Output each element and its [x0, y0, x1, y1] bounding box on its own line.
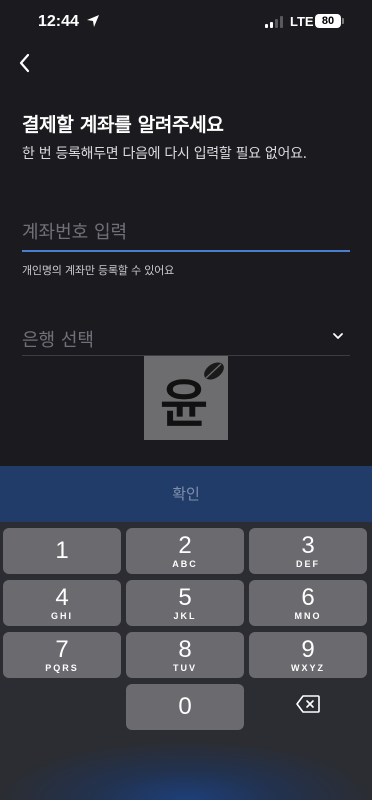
account-number-input[interactable]	[22, 214, 350, 252]
key-digit: 1	[55, 537, 69, 564]
key-3[interactable]: 3 DEF	[249, 528, 367, 574]
key-letters: JKL	[173, 611, 197, 621]
key-5[interactable]: 5 JKL	[126, 580, 244, 626]
status-bar: 12:44 LTE 80	[0, 0, 372, 44]
key-digit: 7	[55, 636, 69, 663]
key-letters: MNO	[294, 611, 322, 621]
key-letters: ABC	[172, 559, 198, 569]
battery-tip	[342, 18, 344, 24]
svg-text:윤: 윤	[160, 375, 208, 435]
back-button[interactable]	[12, 50, 38, 76]
status-time: 12:44	[38, 13, 79, 30]
key-letters: GHI	[50, 611, 73, 621]
key-0[interactable]: 0	[126, 684, 244, 730]
key-digit: 4	[55, 584, 69, 611]
network-type: LTE	[290, 14, 314, 29]
key-4[interactable]: 4 GHI	[3, 580, 121, 626]
account-helper-text: 개인명의 계좌만 등록할 수 있어요	[22, 264, 175, 277]
key-7[interactable]: 7 PQRS	[3, 632, 121, 678]
backspace-icon[interactable]	[296, 695, 320, 713]
page-subtitle: 한 번 등록해두면 다음에 다시 입력할 필요 없어요.	[22, 146, 307, 162]
key-digit: 2	[178, 532, 192, 559]
chevron-down-icon	[333, 333, 343, 339]
bank-select-placeholder: 은행 선택	[22, 330, 94, 351]
numeric-keypad: 1 2 ABC 3 DEF 4 GHI 5 JKL 6 MNO 7 PQRS 8…	[0, 522, 372, 800]
key-digit: 5	[178, 584, 192, 611]
key-digit: 6	[301, 584, 315, 611]
key-2[interactable]: 2 ABC	[126, 528, 244, 574]
cellular-signal-icon	[265, 16, 283, 28]
key-digit: 9	[301, 636, 315, 663]
key-digit: 8	[178, 636, 192, 663]
key-1[interactable]: 1	[3, 528, 121, 574]
key-letters: TUV	[173, 663, 197, 673]
watermark-logo: 윤	[144, 356, 228, 440]
key-digit: 0	[178, 693, 192, 720]
confirm-button[interactable]: 확인	[0, 466, 372, 522]
key-8[interactable]: 8 TUV	[126, 632, 244, 678]
location-arrow-icon	[87, 15, 99, 27]
key-6[interactable]: 6 MNO	[249, 580, 367, 626]
key-letters: PQRS	[45, 663, 79, 673]
page-title: 결제할 계좌를 알려주세요	[22, 114, 224, 136]
key-9[interactable]: 9 WXYZ	[249, 632, 367, 678]
key-letters: WXYZ	[291, 663, 325, 673]
bank-select[interactable]: 은행 선택	[22, 318, 350, 356]
battery-icon: 80	[315, 14, 341, 28]
key-digit: 3	[301, 532, 315, 559]
key-letters: DEF	[296, 559, 320, 569]
